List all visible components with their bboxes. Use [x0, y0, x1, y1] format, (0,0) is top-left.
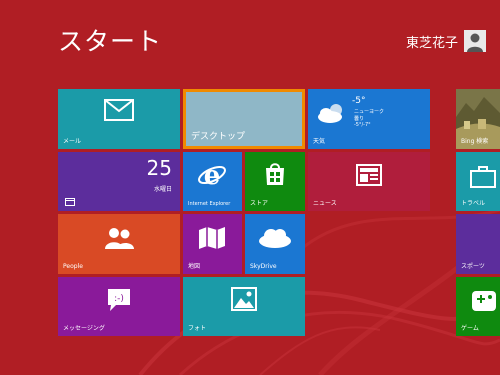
bing-tile[interactable]: Bing 検索 — [456, 89, 500, 149]
sports-tile[interactable]: スポーツ — [456, 214, 500, 274]
weather-location: ニューヨーク — [354, 109, 385, 115]
skydrive-label: SkyDrive — [250, 263, 277, 270]
calendar-icon — [65, 198, 75, 206]
store-icon — [263, 162, 287, 186]
store-label: ストア — [250, 200, 269, 207]
calendar-day-number: 25 — [146, 156, 172, 180]
page-title: スタート — [58, 27, 163, 56]
people-label: People — [63, 263, 83, 270]
sports-label: スポーツ — [461, 263, 485, 270]
calendar-day-name: 水曜日 — [153, 186, 172, 193]
photo-icon — [231, 287, 257, 311]
weather-label: 天気 — [313, 138, 326, 145]
ie-label: Internet Explorer — [188, 201, 231, 207]
photos-tile[interactable]: フォト — [183, 277, 305, 336]
weather-temperature: -5° — [352, 96, 366, 106]
maps-icon — [198, 226, 226, 250]
internet-explorer-tile[interactable]: e Internet Explorer — [183, 152, 242, 211]
desktop-tile[interactable]: デスクトップ — [183, 89, 305, 149]
people-icon — [103, 226, 135, 250]
weather-range: -5°/-7° — [354, 122, 371, 128]
user-account[interactable]: 東芝花子 — [406, 30, 486, 52]
start-screen: スタート 東芝花子 メール デスクトップ -5° ニューヨーク 曇り -5°/-… — [0, 0, 500, 375]
store-tile[interactable]: ストア — [245, 152, 305, 211]
cloud-icon — [257, 226, 293, 248]
games-tile[interactable]: ゲーム — [456, 277, 500, 336]
user-name: 東芝花子 — [405, 35, 458, 51]
news-tile[interactable]: ニュース — [308, 152, 430, 211]
news-icon — [356, 164, 382, 186]
weather-tile[interactable]: -5° ニューヨーク 曇り -5°/-7° 天気 — [308, 89, 430, 149]
travel-tile[interactable]: トラベル — [456, 152, 500, 211]
gamepad-icon — [470, 289, 498, 313]
mail-label: メール — [63, 138, 82, 145]
cloud-sun-icon — [316, 101, 348, 125]
avatar[interactable] — [464, 30, 486, 52]
svg-text:e: e — [204, 162, 221, 188]
travel-label: トラベル — [461, 200, 486, 207]
skydrive-tile[interactable]: SkyDrive — [245, 214, 305, 274]
mail-icon — [104, 99, 134, 121]
photos-label: フォト — [188, 325, 207, 332]
games-label: ゲーム — [461, 325, 479, 332]
maps-tile[interactable]: 地図 — [183, 214, 242, 274]
user-silhouette-icon — [467, 33, 483, 52]
people-tile[interactable]: People — [58, 214, 180, 274]
maps-label: 地図 — [188, 263, 201, 270]
ie-icon: e — [198, 162, 226, 188]
messaging-tile[interactable]: :-) メッセージング — [58, 277, 180, 336]
suitcase-icon — [470, 166, 496, 188]
calendar-tile[interactable]: 25 水曜日 — [58, 152, 180, 211]
messaging-label: メッセージング — [63, 325, 105, 332]
mail-tile[interactable]: メール — [58, 89, 180, 149]
bing-label: Bing 検索 — [461, 138, 489, 145]
messaging-icon: :-) — [106, 287, 132, 313]
svg-text::-): :-) — [114, 294, 124, 304]
desktop-label: デスクトップ — [191, 132, 246, 142]
news-label: ニュース — [313, 200, 337, 207]
weather-condition: 曇り — [354, 116, 365, 122]
